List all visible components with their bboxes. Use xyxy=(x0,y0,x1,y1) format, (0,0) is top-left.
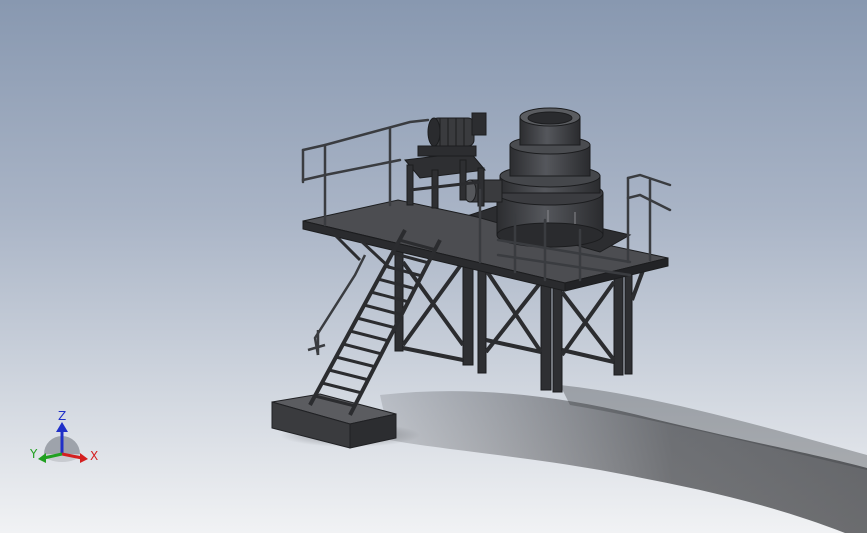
x-axis-arrow xyxy=(80,453,88,463)
y-axis-arrow xyxy=(38,453,46,463)
x-axis-label: X xyxy=(90,449,98,463)
y-axis-label: Y xyxy=(29,447,38,461)
z-axis-arrow xyxy=(56,422,68,432)
model-scene[interactable] xyxy=(0,0,867,533)
z-axis-label: Z xyxy=(58,410,66,423)
graphics-viewport[interactable]: Z X Y xyxy=(0,0,867,533)
reference-triad[interactable]: Z X Y xyxy=(22,410,112,480)
